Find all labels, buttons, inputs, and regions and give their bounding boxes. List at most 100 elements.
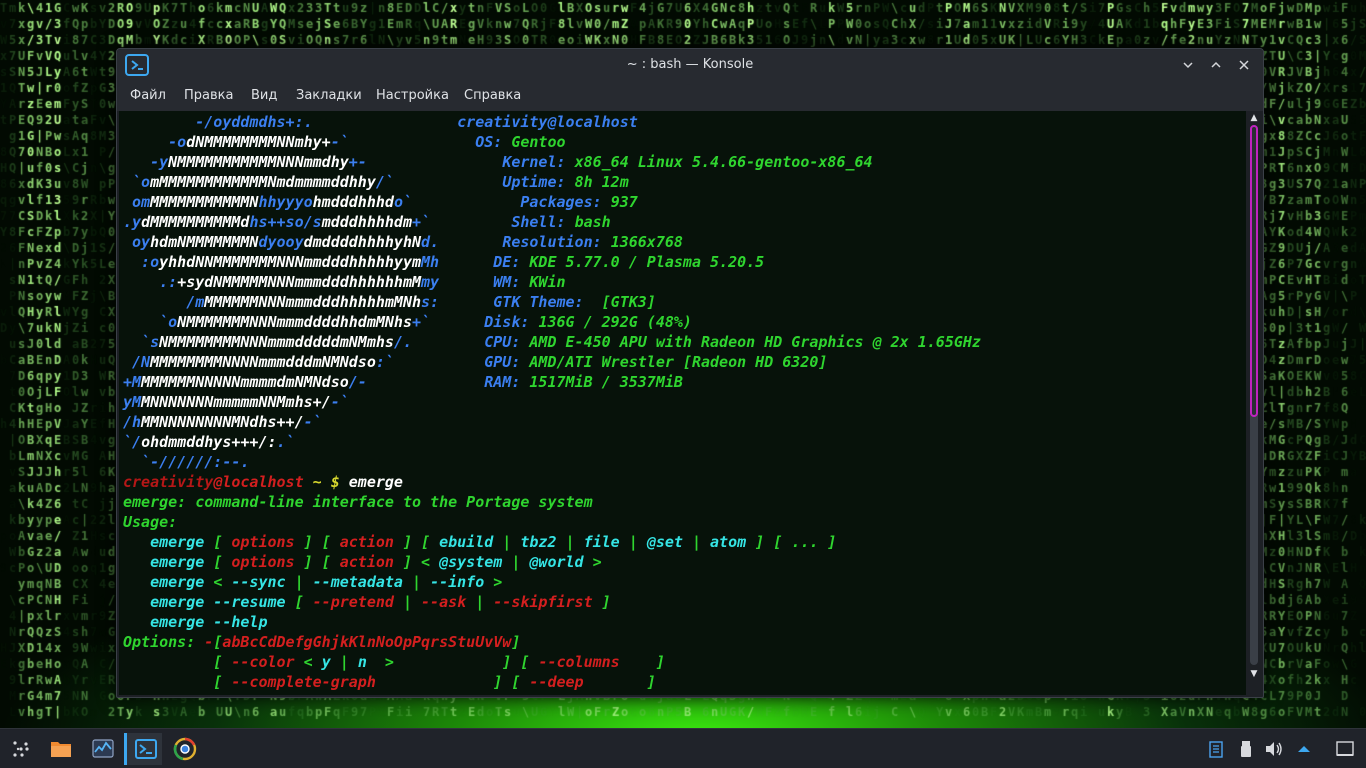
task-konsole[interactable] bbox=[124, 733, 162, 765]
terminal-text: atom bbox=[710, 533, 747, 551]
terminal-line: /mMMMMMMNNNmmmdddhhhhhmMNhs: GTK Theme: … bbox=[123, 292, 656, 312]
terminal-text: `/ bbox=[123, 433, 142, 451]
scroll-track[interactable] bbox=[1250, 125, 1258, 665]
terminal-text: [ bbox=[213, 633, 223, 651]
terminal-text: OS: bbox=[475, 133, 512, 151]
terminal-text: > bbox=[484, 573, 503, 591]
scroll-down-arrow[interactable]: ▼ bbox=[1249, 669, 1259, 679]
terminal-line: emerge < --sync | --metadata | --info > bbox=[123, 572, 502, 592]
terminal-text: --sync bbox=[231, 573, 286, 591]
terminal-text: `s bbox=[123, 333, 160, 351]
menu-view[interactable]: Вид bbox=[251, 81, 277, 111]
tray-removable-devices[interactable] bbox=[1235, 739, 1257, 759]
task-chrome[interactable] bbox=[166, 733, 204, 765]
close-button[interactable] bbox=[1234, 55, 1254, 75]
terminal-text: .: bbox=[123, 273, 178, 291]
terminal-text: | bbox=[285, 573, 313, 591]
terminal-line: omMMMMMMMMMMMNhhyyyohmdddhhhdo` Packages… bbox=[123, 192, 638, 212]
terminal-text: [ bbox=[213, 553, 232, 571]
terminal-text: /. bbox=[393, 333, 412, 351]
terminal-text: --ask bbox=[421, 593, 467, 611]
application-launcher[interactable] bbox=[2, 733, 40, 765]
terminal-text: GTK Theme: bbox=[493, 293, 593, 311]
terminal-text: Gentoo bbox=[511, 133, 566, 151]
terminal-text: | bbox=[466, 593, 494, 611]
terminal-text: n bbox=[357, 653, 367, 671]
menu-help[interactable]: Справка bbox=[464, 81, 521, 111]
task-system-monitor[interactable] bbox=[84, 733, 122, 765]
terminal-text: AMD/ATI Wrestler [Radeon HD 6320] bbox=[529, 353, 828, 371]
terminal-text: dmddddhhhhyhN bbox=[303, 233, 422, 251]
menu-settings[interactable]: Настройка bbox=[376, 81, 449, 111]
terminal-text: ] [ bbox=[393, 653, 539, 671]
terminal-text: Packages: bbox=[520, 193, 611, 211]
terminal-line: yMMNNNNNNNmmmmmNNMmhs+/-` bbox=[123, 392, 349, 412]
terminal-text: 1517MiB / 3537MiB bbox=[529, 373, 683, 391]
scroll-thumb[interactable] bbox=[1250, 125, 1258, 417]
terminal-text: > bbox=[366, 653, 394, 671]
terminal-text: @world bbox=[529, 553, 584, 571]
terminal-text: --info bbox=[430, 573, 485, 591]
terminal-text: emerge: command-line interface to the Po… bbox=[123, 493, 593, 511]
terminal-text: om bbox=[123, 193, 151, 211]
terminal-line: .ydMMMMMMMMMMdhs++so/smdddhhhhdm+` Shell… bbox=[123, 212, 611, 232]
terminal-text: KDE 5.77.0 / Plasma 5.20.5 bbox=[529, 253, 765, 271]
terminal-output[interactable]: -/oyddmdhs+:. creativity@localhost -odNM… bbox=[119, 111, 1246, 695]
terminal-line: `oNMMMMMMMNNNmmmddddhhdmMNhs+` Disk: 136… bbox=[123, 312, 692, 332]
konsole-icon bbox=[135, 739, 157, 759]
title-bar[interactable]: ~ : bash — Konsole bbox=[117, 49, 1263, 81]
terminal-text: NMMMMMMMNNNmmmddddhhdmMNhs bbox=[177, 313, 412, 331]
terminal-text: -` bbox=[303, 413, 322, 431]
scroll-up-arrow[interactable]: ▲ bbox=[1249, 113, 1259, 123]
terminal-text: creativity@localhost bbox=[457, 113, 638, 131]
terminal-line: +MMMMMMMNNNNNmmmmdmNMNdso/- RAM: 1517MiB… bbox=[123, 372, 683, 392]
terminal-text: mdddhhhhdm bbox=[321, 213, 412, 231]
terminal-text: ] [ ... ] bbox=[746, 533, 837, 551]
terminal-text: hdmNMMMMMMMN bbox=[150, 233, 259, 251]
minimize-button[interactable] bbox=[1178, 55, 1198, 75]
tray-volume[interactable] bbox=[1263, 739, 1285, 759]
terminal-text: --complete-graph bbox=[231, 673, 376, 691]
tray-expander[interactable] bbox=[1293, 739, 1315, 759]
show-desktop-button[interactable] bbox=[1334, 739, 1356, 759]
maximize-button[interactable] bbox=[1206, 55, 1226, 75]
menu-file[interactable]: Файл bbox=[130, 81, 166, 111]
task-file-manager[interactable] bbox=[42, 733, 80, 765]
chevron-down-icon bbox=[1183, 62, 1193, 69]
terminal-text: mMMMMMMMMMMMMNmdmmmmddhhy bbox=[150, 173, 376, 191]
terminal-text: --deep bbox=[529, 673, 584, 691]
terminal-text: emerge bbox=[123, 573, 214, 591]
show-desktop-icon bbox=[1336, 741, 1354, 756]
terminal-text: 8h 12m bbox=[574, 173, 629, 191]
terminal-line: emerge [ options ] [ action ] [ ebuild |… bbox=[123, 532, 836, 552]
terminal-line: emerge --resume [ --pretend | --ask | --… bbox=[123, 592, 611, 612]
scrollbar[interactable]: ▲ ▼ bbox=[1247, 111, 1261, 695]
terminal-text: > bbox=[583, 553, 602, 571]
terminal-text: Disk: bbox=[484, 313, 539, 331]
terminal-text: .` bbox=[276, 433, 295, 451]
terminal-line: `/ohdmmddhys+++/:.` bbox=[123, 432, 295, 452]
terminal-line: emerge [ options ] [ action ] < @system … bbox=[123, 552, 602, 572]
volume-icon bbox=[1266, 742, 1282, 756]
terminal-text: ] bbox=[393, 553, 422, 571]
terminal-text: | bbox=[682, 533, 711, 551]
terminal-text: [GTK3] bbox=[592, 293, 656, 311]
tray-clipboard[interactable] bbox=[1205, 739, 1227, 759]
terminal-text: action bbox=[339, 533, 394, 551]
menu-edit[interactable]: Правка bbox=[184, 81, 233, 111]
menu-bar: Файл Правка Вид Закладки Настройка Справ… bbox=[117, 81, 1263, 111]
menu-bookmarks[interactable]: Закладки bbox=[296, 81, 362, 111]
terminal-text: ] bbox=[294, 553, 322, 571]
terminal-line: oyhdmNMMMMMMMNdyooydmddddhhhhyhNd. Resol… bbox=[123, 232, 683, 252]
terminal-text: ] bbox=[619, 653, 665, 671]
terminal-line: [ --complete-graph ] [ --deep ] bbox=[123, 672, 656, 692]
terminal-text: --color bbox=[231, 653, 295, 671]
terminal-line: `-//////:--. bbox=[123, 452, 249, 472]
terminal-text: +- bbox=[348, 153, 367, 171]
terminal-text: | bbox=[493, 533, 521, 551]
terminal-text: Resolution: bbox=[502, 233, 611, 251]
